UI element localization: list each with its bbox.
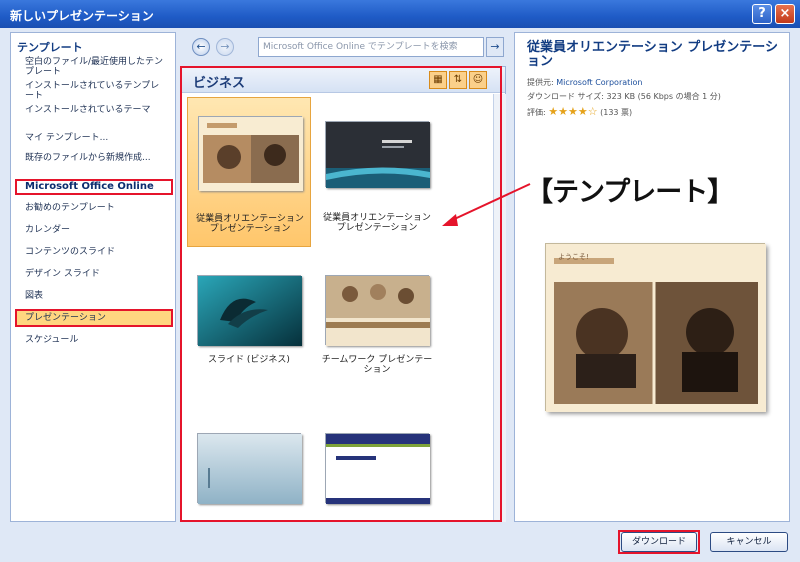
- provider-label: 提供元:: [527, 78, 554, 87]
- sidebar-item-featured[interactable]: お勧めのテンプレート: [25, 203, 165, 213]
- sidebar-item-design-slides[interactable]: デザイン スライド: [25, 269, 165, 279]
- template-detail-title: 従業員オリエンテーション プレゼンテーション: [527, 40, 779, 69]
- template-detail-pane: 従業員オリエンテーション プレゼンテーション 提供元: Microsoft Co…: [514, 32, 790, 522]
- template-search-input[interactable]: Microsoft Office Online でテンプレートを検索: [258, 37, 484, 57]
- cancel-button[interactable]: キャンセル: [710, 532, 788, 552]
- sidebar-item-presentations[interactable]: プレゼンテーション: [25, 313, 165, 323]
- sidebar-item-diagrams[interactable]: 図表: [25, 291, 165, 301]
- download-size-value: 323 KB (56 Kbps の場合 1 分): [606, 92, 721, 101]
- window-title: 新しいプレゼンテーション: [10, 9, 154, 23]
- template-category-pane: テンプレート 空白のファイル/最近使用したテンプレート インストールされているテ…: [10, 32, 176, 522]
- search-bar: ← → Microsoft Office Online でテンプレートを検索 →: [186, 36, 504, 58]
- close-button[interactable]: ×: [775, 4, 795, 24]
- provider-row: 提供元: Microsoft Corporation: [527, 77, 642, 88]
- provider-value: Microsoft Corporation: [556, 78, 643, 87]
- rating-stars-icon[interactable]: ★★★★☆: [548, 105, 597, 118]
- sidebar-item-content-slides[interactable]: コンテンツのスライド: [25, 247, 165, 257]
- sidebar-item-installed-templates[interactable]: インストールされているテンプレート: [25, 81, 165, 101]
- sidebar-item-my-templates[interactable]: マイ テンプレート...: [25, 133, 165, 143]
- sidebar-item-recent[interactable]: 空白のファイル/最近使用したテンプレート: [25, 57, 165, 77]
- back-button[interactable]: ←: [192, 38, 210, 56]
- sidebar-item-calendar[interactable]: カレンダー: [25, 225, 165, 235]
- template-preview-image: ようこそ!: [545, 243, 766, 412]
- download-size-label: ダウンロード サイズ:: [527, 92, 604, 101]
- title-bar: 新しいプレゼンテーション ? ×: [0, 0, 800, 28]
- search-go-button[interactable]: →: [486, 37, 504, 57]
- sidebar-item-office-online[interactable]: Microsoft Office Online: [25, 182, 165, 192]
- preview-caption: ようこそ!: [558, 253, 589, 261]
- dialog-body: テンプレート 空白のファイル/最近使用したテンプレート インストールされているテ…: [4, 28, 796, 558]
- annotation-arrow-icon: [442, 183, 531, 226]
- annotation-label: 【テンプレート】: [526, 177, 734, 208]
- highlight-gallery: [180, 66, 502, 522]
- forward-button[interactable]: →: [216, 38, 234, 56]
- sidebar-item-schedules[interactable]: スケジュール: [25, 335, 165, 345]
- rating-row: 評価: ★★★★☆ (133 票): [527, 105, 632, 118]
- rating-label: 評価:: [527, 108, 546, 117]
- sidebar-item-installed-themes[interactable]: インストールされているテーマ: [25, 105, 165, 115]
- vote-count: (133 票): [600, 108, 633, 117]
- category-header: テンプレート: [17, 41, 83, 54]
- download-button[interactable]: ダウンロード: [621, 532, 697, 552]
- help-button[interactable]: ?: [752, 4, 772, 24]
- sidebar-item-new-from-existing[interactable]: 既存のファイルから新規作成...: [25, 153, 165, 163]
- download-size-row: ダウンロード サイズ: 323 KB (56 Kbps の場合 1 分): [527, 91, 721, 102]
